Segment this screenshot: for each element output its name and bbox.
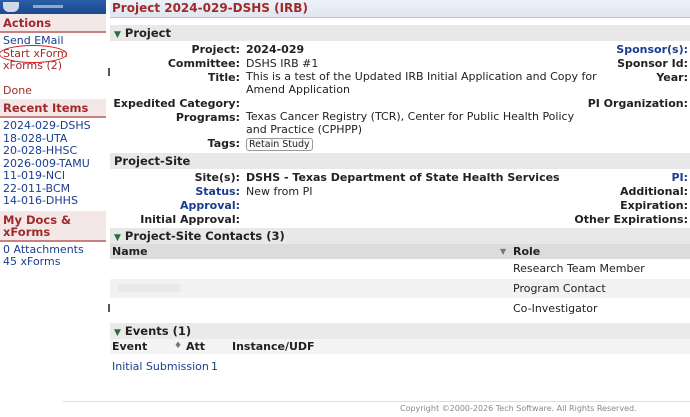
initial-approval-label: Initial Approval: [140,213,240,226]
done-link[interactable]: Done [3,84,103,98]
table-row[interactable]: Research Team Member [110,259,690,279]
additional-label: Additional: [619,185,688,198]
section-title: Events (1) [124,324,192,338]
start-xform-link[interactable]: Start xForm [3,47,103,61]
status-value: New from PI [246,185,313,198]
title-bar: Project 2024-029-DSHS (IRB) [110,0,690,18]
role-column-header[interactable]: Role [513,244,540,259]
sponsors-label[interactable]: Sponsor(s): [616,43,688,56]
contacts-section-header[interactable]: ▼ Project-Site Contacts (3) [110,228,690,244]
xforms-count-link[interactable]: 45 xForms [3,255,103,269]
sites-value: DSHS - Texas Department of State Health … [246,171,560,184]
caret-down-icon[interactable]: ▼ [114,233,121,243]
recent-item[interactable]: 14-016-DHHS [3,194,103,208]
role-cell: Co-Investigator [513,302,598,315]
redacted-name [118,284,180,292]
sort-icon[interactable]: ♦ [174,339,182,354]
main-content: Project 2024-029-DSHS (IRB) ▼ Project Pro… [110,0,690,390]
footer-divider [63,401,690,402]
events-section-header[interactable]: ▼ Events (1) [110,323,690,339]
committee-value: DSHS IRB #1 [246,57,319,70]
role-cell: Research Team Member [513,262,645,275]
events-table-header: Event ♦ Att Instance/UDF [110,339,690,354]
section-title: Project [124,26,171,40]
programs-value: Texas Cancer Registry (TCR), Center for … [246,110,575,136]
title-label: Title: [207,71,240,84]
sites-label: Site(s): [194,171,240,184]
project-label: Project: [191,43,240,56]
role-cell: Program Contact [513,282,606,295]
status-label[interactable]: Status: [110,185,240,198]
caret-down-icon[interactable]: ▼ [114,30,121,40]
project-site-header: Project-Site [110,153,690,169]
recent-item[interactable]: 20-028-HHSC [3,144,103,158]
expedited-label: Expedited Category: [113,97,240,110]
tags-label: Tags: [207,137,240,150]
actions-header: Actions [0,14,106,33]
project-section-header[interactable]: ▼ Project [110,25,690,41]
xforms-link[interactable]: xForms (2) [3,59,103,73]
table-row[interactable]: Co-Investigator [110,299,690,319]
pi-organization-label: PI Organization: [587,97,688,110]
copyright-text: Copyright ©2000-2026 Tech Software. All … [400,404,637,413]
approval-label[interactable]: Approval: [110,199,240,212]
event-link[interactable]: Initial Submission [112,357,209,376]
sponsor-id-label: Sponsor Id: [617,57,688,70]
sidebar: Actions Send EMail Start xForm xForms (2… [0,0,106,268]
title-value: This is a test of the Updated IRB Initia… [246,70,597,96]
expiration-label: Expiration: [620,199,688,212]
contacts-table-header: Name ▼ Role [110,244,690,259]
year-label: Year: [656,71,688,84]
event-column-header[interactable]: Event [112,339,147,354]
caret-down-icon[interactable]: ▼ [114,328,121,338]
committee-label: Committee: [167,57,240,70]
recent-item[interactable]: 11-019-NCI [3,169,103,183]
tag-retain-study[interactable]: Retain Study [246,138,313,151]
page-title: Project 2024-029-DSHS (IRB) [112,1,308,15]
my-docs-header: My Docs & xForms [0,210,106,242]
app-logo[interactable] [0,0,106,14]
table-row[interactable]: Initial Submission 1 [110,357,690,377]
name-column-header[interactable]: Name [112,244,148,259]
att-column-header[interactable]: Att [186,339,205,354]
table-row[interactable]: Program Contact [110,279,690,299]
programs-label: Programs: [175,111,240,124]
send-email-link[interactable]: Send EMail [3,34,103,48]
recent-items-header: Recent Items [0,99,106,118]
project-value: 2024-029 [246,43,305,56]
section-title: Project-Site Contacts (3) [124,229,285,243]
other-expirations-label: Other Expirations: [574,213,688,226]
instance-column-header[interactable]: Instance/UDF [232,339,315,354]
recent-item[interactable]: 2024-029-DSHS [3,119,103,133]
att-count[interactable]: 1 [211,357,218,376]
chevron-down-icon[interactable]: ▼ [500,244,506,259]
pi-label[interactable]: PI: [671,171,688,184]
